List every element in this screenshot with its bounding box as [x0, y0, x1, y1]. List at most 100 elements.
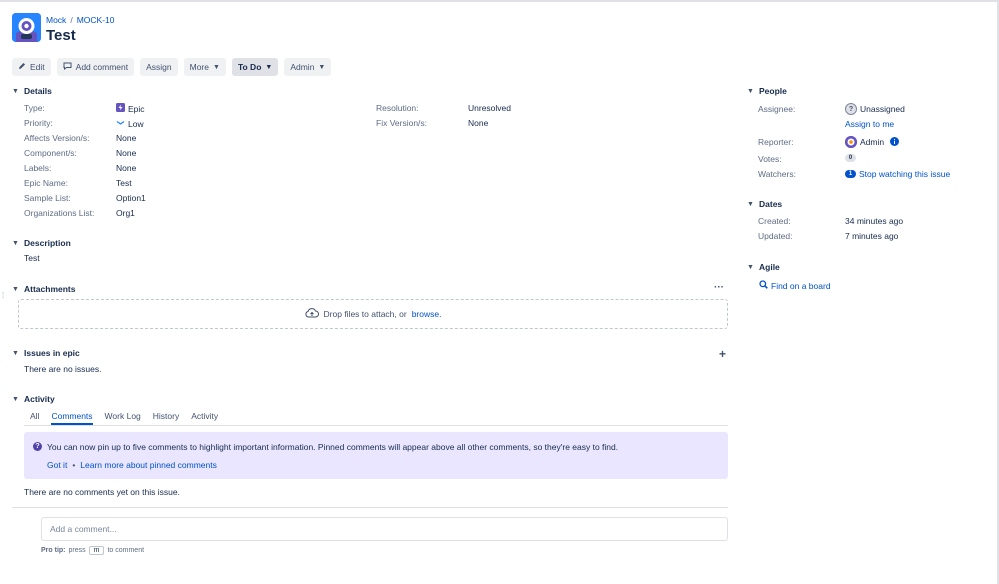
- labels-label: Labels:: [24, 163, 52, 173]
- details-heading[interactable]: ▼ Details: [12, 86, 52, 96]
- tab-activity[interactable]: Activity: [191, 411, 218, 425]
- attachments-heading[interactable]: ▼ Attachments: [12, 284, 75, 294]
- votes-value[interactable]: 0: [845, 154, 856, 162]
- more-label: More: [189, 62, 209, 72]
- chevron-down-icon: ▼: [747, 263, 754, 271]
- watchers-label: Watchers:: [758, 169, 796, 179]
- breadcrumb-project-link[interactable]: Mock: [46, 15, 66, 25]
- dates-heading[interactable]: ▼ Dates: [747, 199, 782, 209]
- protip-key: m: [88, 546, 105, 555]
- tabs-divider: [24, 425, 728, 426]
- add-issue-plus-icon[interactable]: +: [719, 347, 726, 361]
- find-on-board-link[interactable]: Find on a board: [771, 281, 831, 291]
- updated-label: Updated:: [758, 231, 793, 241]
- priority-value: Low: [116, 118, 144, 129]
- more-button[interactable]: More ▼: [183, 58, 226, 76]
- breadcrumb-issue-link[interactable]: MOCK-10: [77, 15, 115, 25]
- add-comment-input[interactable]: Add a comment...: [41, 517, 728, 541]
- created-label: Created:: [758, 216, 791, 226]
- priority-value-text: Low: [128, 118, 144, 129]
- find-on-board[interactable]: Find on a board: [759, 280, 831, 291]
- assign-to-me-link[interactable]: Assign to me: [845, 119, 894, 129]
- cloud-upload-icon: [304, 308, 319, 320]
- more-options-icon[interactable]: ···: [714, 282, 724, 293]
- priority-label: Priority:: [24, 118, 53, 128]
- assignee-value-text: Unassigned: [860, 104, 905, 114]
- drop-files-text: Drop files to attach, or: [323, 309, 407, 319]
- details-heading-label: Details: [24, 86, 52, 96]
- edit-label: Edit: [30, 62, 45, 72]
- chevron-down-icon: ▼: [747, 200, 754, 208]
- chevron-down-icon: ▼: [12, 87, 19, 95]
- updated-value: 7 minutes ago: [845, 231, 899, 241]
- sample-list-label: Sample List:: [24, 193, 71, 203]
- reporter-value[interactable]: Admin: [845, 136, 900, 148]
- organizations-list-label: Organizations List:: [24, 208, 95, 218]
- priority-low-icon: [116, 118, 125, 129]
- edit-button[interactable]: Edit: [12, 58, 51, 76]
- chevron-down-icon: ▼: [213, 63, 220, 71]
- tab-work-log[interactable]: Work Log: [105, 411, 141, 425]
- type-value: Epic: [116, 103, 145, 114]
- pro-tip: Pro tip: press m to comment: [41, 546, 144, 555]
- stop-watching-link[interactable]: Stop watching this issue: [859, 169, 950, 179]
- assignee-value[interactable]: ? Unassigned: [845, 103, 905, 115]
- components-value: None: [116, 148, 137, 158]
- reporter-label: Reporter:: [758, 137, 794, 147]
- activity-tabs: All Comments Work Log History Activity: [30, 411, 218, 425]
- no-comments-text: There are no comments yet on this issue.: [24, 487, 180, 497]
- epic-name-label: Epic Name:: [24, 178, 68, 188]
- people-heading-label: People: [759, 86, 787, 96]
- issues-in-epic-heading-label: Issues in epic: [24, 348, 80, 358]
- breadcrumb-separator: /: [70, 15, 73, 25]
- issues-in-epic-heading[interactable]: ▼ Issues in epic: [12, 348, 80, 358]
- comment-divider: [12, 507, 728, 508]
- votes-label: Votes:: [758, 154, 782, 164]
- search-icon: [759, 280, 768, 291]
- info-icon[interactable]: [890, 136, 900, 148]
- agile-heading[interactable]: ▼ Agile: [747, 262, 780, 272]
- activity-heading[interactable]: ▼ Activity: [12, 394, 55, 404]
- project-avatar[interactable]: [12, 13, 41, 42]
- protip-press: press: [68, 547, 86, 554]
- organizations-list-value: Org1: [116, 208, 135, 218]
- dates-heading-label: Dates: [759, 199, 783, 209]
- assign-label: Assign: [146, 62, 172, 72]
- attachments-heading-label: Attachments: [24, 284, 76, 294]
- issue-toolbar: Edit Add comment Assign More ▼ To Do ▼ A…: [12, 58, 332, 76]
- admin-button[interactable]: Admin ▼: [284, 58, 332, 76]
- chevron-down-icon: ▼: [12, 349, 19, 357]
- drag-handle-icon[interactable]: ⁞: [2, 292, 4, 300]
- status-todo-button[interactable]: To Do ▼: [231, 58, 279, 76]
- agile-heading-label: Agile: [759, 262, 780, 272]
- description-text[interactable]: Test: [24, 253, 40, 263]
- learn-more-link[interactable]: Learn more about pinned comments: [80, 460, 217, 470]
- tab-history[interactable]: History: [153, 411, 179, 425]
- chevron-down-icon: ▼: [747, 87, 754, 95]
- attachment-drop-zone[interactable]: Drop files to attach, or browse.: [18, 299, 728, 329]
- tab-all[interactable]: All: [30, 411, 39, 425]
- tab-comments[interactable]: Comments: [51, 411, 93, 425]
- pinned-comments-info-panel: ? You can now pin up to five comments to…: [24, 432, 728, 479]
- issue-title[interactable]: Test: [46, 27, 76, 44]
- browse-link[interactable]: browse.: [412, 309, 442, 319]
- votes-badge: 0: [845, 154, 856, 162]
- created-value: 34 minutes ago: [845, 216, 904, 226]
- no-issues-text: There are no issues.: [24, 364, 102, 374]
- type-value-text: Epic: [128, 103, 145, 114]
- affects-version-label: Affects Version/s:: [24, 133, 90, 143]
- watchers-value[interactable]: 1 Stop watching this issue: [845, 169, 950, 179]
- chevron-down-icon: ▼: [318, 63, 326, 71]
- protip-label: Pro tip:: [41, 547, 66, 554]
- activity-heading-label: Activity: [24, 394, 55, 404]
- description-heading[interactable]: ▼ Description: [12, 238, 71, 248]
- got-it-link[interactable]: Got it: [47, 460, 67, 470]
- people-heading[interactable]: ▼ People: [747, 86, 787, 96]
- pencil-icon: [18, 62, 26, 72]
- dot-separator: •: [72, 460, 76, 470]
- affects-version-value: None: [116, 133, 137, 143]
- chevron-down-icon: ▼: [12, 285, 19, 293]
- add-comment-button[interactable]: Add comment: [56, 58, 135, 76]
- assign-button[interactable]: Assign: [140, 58, 178, 76]
- admin-label: Admin: [290, 62, 315, 72]
